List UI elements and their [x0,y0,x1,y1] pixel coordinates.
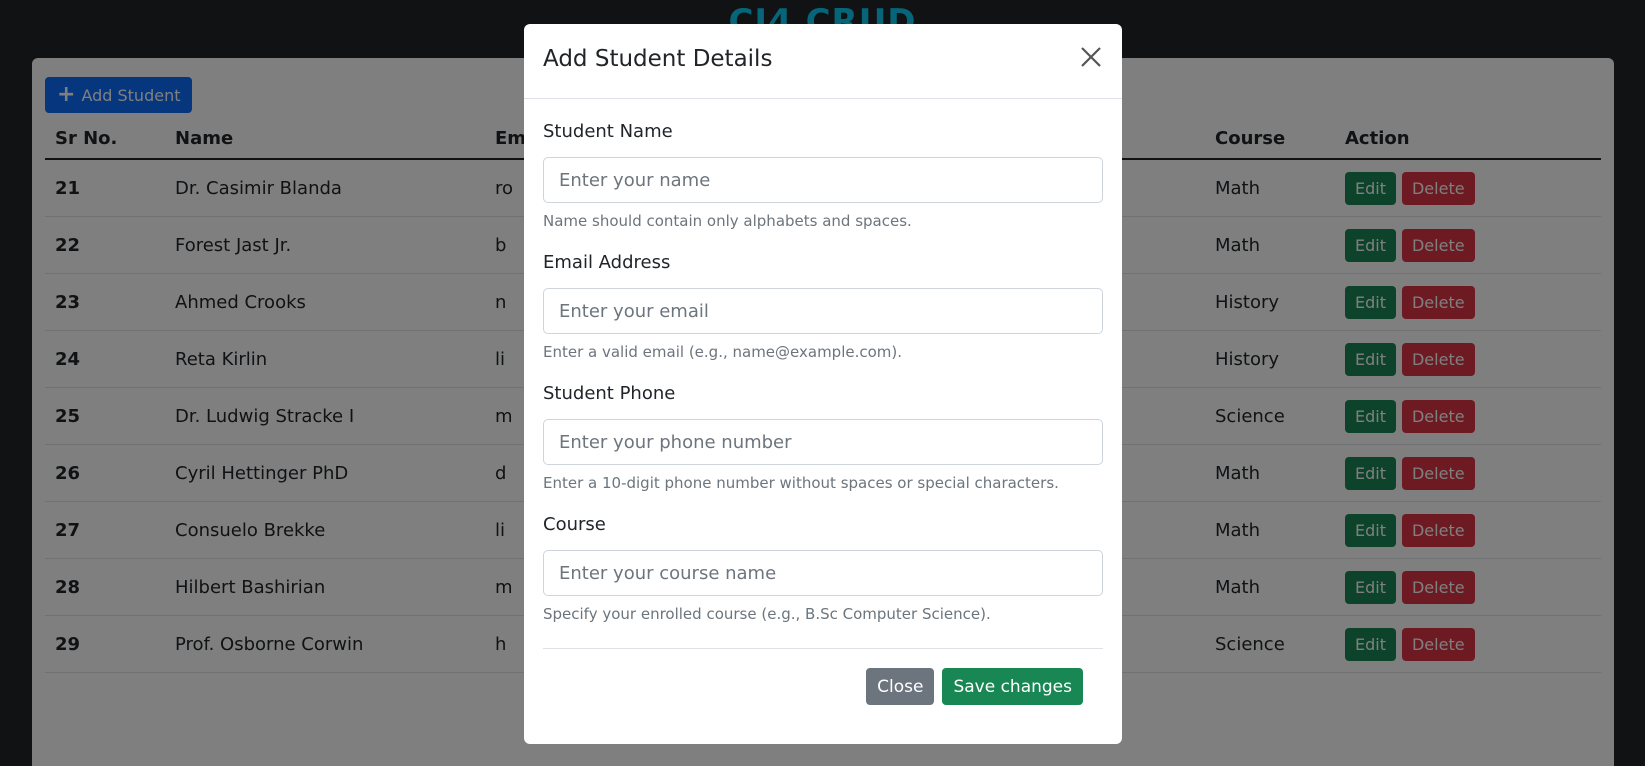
close-icon[interactable] [1076,42,1106,72]
student-name-input[interactable] [543,157,1103,203]
footer-buttons: Close Save changes [866,668,1083,705]
phone-group: Student Phone Enter a 10-digit phone num… [543,383,1103,492]
course-group: Course Specify your enrolled course (e.g… [543,514,1103,623]
course-label: Course [543,514,606,535]
page: CI4 CRUD + Add Student Sr No. Name Email… [0,0,1645,766]
save-changes-button[interactable]: Save changes [942,668,1083,705]
course-input[interactable] [543,550,1103,596]
close-button[interactable]: Close [866,668,935,705]
email-help: Enter a valid email (e.g., name@example.… [543,343,903,361]
email-input[interactable] [543,288,1103,334]
phone-label: Student Phone [543,383,676,404]
student-name-label: Student Name [543,121,673,142]
add-student-modal: Add Student Details Student Name Name sh… [524,24,1122,744]
student-name-group: Student Name Name should contain only al… [543,121,1103,230]
course-help: Specify your enrolled course (e.g., B.Sc… [543,605,991,623]
phone-input[interactable] [543,419,1103,465]
modal-footer: Close Save changes [543,648,1103,719]
modal-body: Student Name Name should contain only al… [524,121,1122,623]
modal-header: Add Student Details [524,24,1122,99]
email-label: Email Address [543,252,671,273]
student-name-help: Name should contain only alphabets and s… [543,212,912,230]
modal-title: Add Student Details [543,46,773,72]
phone-help: Enter a 10-digit phone number without sp… [543,474,1059,492]
email-group: Email Address Enter a valid email (e.g.,… [543,252,1103,361]
